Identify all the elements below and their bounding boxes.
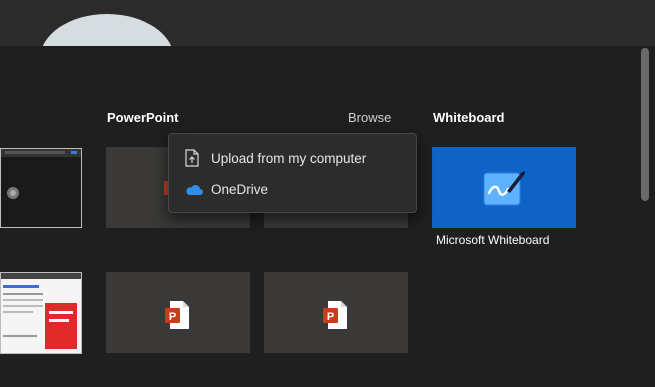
window-thumbnail-2[interactable]	[0, 272, 82, 354]
onedrive-cloud-icon	[186, 185, 203, 195]
window-preview-image	[1, 273, 81, 353]
powerpoint-icon: P	[323, 301, 347, 329]
powerpoint-section-title: PowerPoint	[107, 110, 179, 125]
upload-from-computer-label: Upload from my computer	[211, 151, 367, 166]
upload-from-computer-menu-item[interactable]: Upload from my computer	[169, 143, 416, 173]
powerpoint-file-tile[interactable]: P	[264, 272, 408, 353]
vertical-scrollbar[interactable]	[641, 48, 649, 201]
powerpoint-icon: P	[165, 301, 189, 329]
microsoft-whiteboard-tile[interactable]	[432, 147, 576, 228]
window-preview-image	[1, 149, 81, 227]
microsoft-whiteboard-label: Microsoft Whiteboard	[436, 233, 550, 247]
window-thumbnail-1[interactable]	[0, 148, 82, 228]
browse-dropdown-menu: Upload from my computer OneDrive	[168, 133, 417, 213]
browse-button[interactable]: Browse	[348, 110, 391, 125]
participant-avatar	[40, 14, 174, 46]
onedrive-label: OneDrive	[211, 182, 269, 197]
whiteboard-section-title: Whiteboard	[433, 110, 505, 125]
whiteboard-icon	[483, 171, 525, 206]
file-upload-icon	[185, 149, 199, 167]
powerpoint-file-tile[interactable]: P	[106, 272, 250, 353]
svg-text:P: P	[327, 311, 334, 323]
top-bar	[0, 0, 655, 46]
onedrive-menu-item[interactable]: OneDrive	[169, 174, 416, 204]
svg-text:P: P	[169, 311, 176, 323]
